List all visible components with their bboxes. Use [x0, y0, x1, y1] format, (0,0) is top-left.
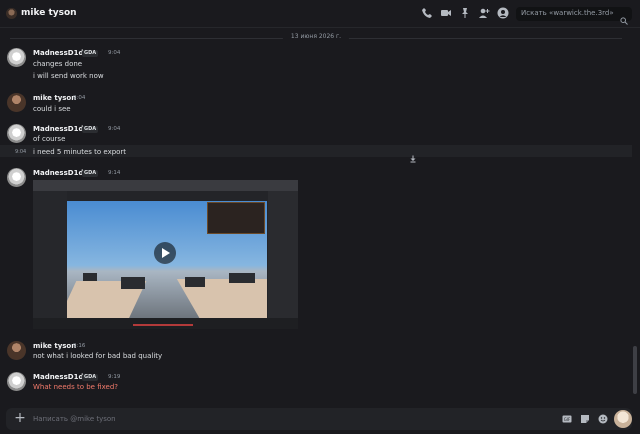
- message-list[interactable]: 13 июня 2026 г. MadnessD1de GDA 9:04 cha…: [0, 28, 640, 405]
- message-time: 9:14: [108, 170, 121, 176]
- guild-tag[interactable]: GDA: [82, 50, 99, 57]
- sticker-preview[interactable]: [614, 410, 632, 428]
- video-attachment[interactable]: [33, 180, 298, 329]
- video-overlay-panel: [207, 202, 265, 234]
- scene-block: [229, 273, 255, 283]
- search-icon: [620, 10, 628, 25]
- search-input[interactable]: Искать «warwick.the.3rd»: [516, 7, 632, 25]
- message-text: i will send work now: [33, 72, 104, 80]
- profile-icon[interactable]: [497, 7, 509, 19]
- message-author[interactable]: mike tyson: [33, 94, 76, 102]
- scrollbar[interactable]: [633, 346, 637, 394]
- pin-icon[interactable]: [459, 7, 471, 19]
- video-editor-left-panel: [33, 191, 67, 329]
- message-text: What needs to be fixed?: [33, 383, 119, 391]
- avatar[interactable]: [7, 168, 26, 187]
- avatar[interactable]: [7, 48, 26, 67]
- message-composer[interactable]: + Написать @mike tyson GIF: [6, 408, 632, 430]
- message-text: of course: [33, 135, 66, 143]
- avatar[interactable]: [7, 93, 26, 112]
- message-time: 9:04: [108, 126, 121, 132]
- user-avatar[interactable]: [6, 8, 17, 19]
- plus-icon[interactable]: +: [14, 411, 26, 425]
- message-time: 9:04: [15, 149, 27, 155]
- message-time: 9:04: [73, 95, 86, 101]
- date-divider-label: 13 июня 2026 г.: [282, 33, 350, 40]
- guild-tag[interactable]: GDA: [82, 126, 99, 133]
- guild-tag[interactable]: GDA: [82, 170, 99, 177]
- svg-text:GIF: GIF: [564, 417, 571, 422]
- message-author[interactable]: MadnessD1de: [33, 125, 88, 133]
- video-editor-toolbar: [33, 180, 298, 191]
- message-text: not what i looked for bad bad quality: [33, 352, 163, 360]
- message-author[interactable]: MadnessD1de: [33, 169, 88, 177]
- sticker-icon[interactable]: [580, 414, 590, 424]
- add-member-icon[interactable]: [478, 7, 490, 19]
- search-placeholder: Искать «warwick.the.3rd»: [521, 9, 614, 17]
- message-input[interactable]: Написать @mike tyson: [33, 415, 116, 423]
- message-author[interactable]: MadnessD1de: [33, 373, 88, 381]
- message-time: 9:04: [108, 50, 121, 56]
- message-time: 9:19: [108, 374, 121, 380]
- timeline-marker: [133, 324, 193, 326]
- guild-tag[interactable]: GDA: [82, 374, 99, 381]
- emoji-icon[interactable]: [598, 414, 608, 424]
- channel-header: mike tyson Искать «warwick.the.3rd»: [0, 0, 640, 28]
- avatar[interactable]: [7, 372, 26, 391]
- message-author[interactable]: mike tyson: [33, 342, 76, 350]
- message-text: changes done: [33, 60, 83, 68]
- avatar[interactable]: [7, 341, 26, 360]
- message-author[interactable]: MadnessD1de: [33, 49, 88, 57]
- phone-icon[interactable]: [421, 7, 433, 19]
- message-text: i need 5 minutes to export: [33, 148, 127, 156]
- video-editor-timeline: [33, 318, 298, 329]
- video-call-icon[interactable]: [440, 7, 452, 19]
- message-text: could i see: [33, 105, 71, 113]
- play-icon[interactable]: [154, 242, 176, 264]
- channel-title[interactable]: mike tyson: [21, 8, 77, 18]
- message-time: 9:16: [73, 343, 86, 349]
- gif-icon[interactable]: GIF: [562, 414, 572, 424]
- download-icon[interactable]: [409, 148, 417, 163]
- date-divider: 13 июня 2026 г.: [0, 33, 632, 40]
- video-editor-right-panel: [268, 191, 298, 329]
- scene-block: [121, 277, 145, 289]
- avatar[interactable]: [7, 124, 26, 143]
- scene-block: [185, 277, 205, 287]
